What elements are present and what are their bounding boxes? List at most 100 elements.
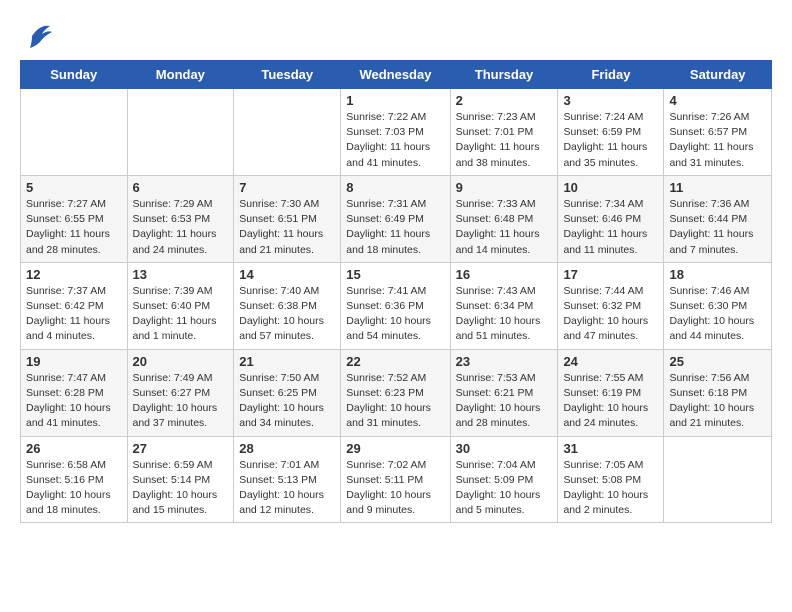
day-number: 15 bbox=[346, 267, 444, 282]
calendar-cell: 26Sunrise: 6:58 AM Sunset: 5:16 PM Dayli… bbox=[21, 436, 128, 523]
day-number: 12 bbox=[26, 267, 122, 282]
calendar-cell: 27 Sunrise: 6:59 AM Sunset: 5:14 PM Dayli… bbox=[127, 436, 234, 523]
header-thursday: Thursday bbox=[450, 61, 558, 89]
calendar-cell: 24 Sunrise: 7:55 AM Sunset: 6:19 PM Dayli… bbox=[558, 349, 664, 436]
day-number: 16 bbox=[456, 267, 553, 282]
day-number: 18 bbox=[669, 267, 766, 282]
day-number: 11 bbox=[669, 180, 766, 195]
day-info: Sunrise: 6:59 AM Sunset: 5:14 PM Dayligh… bbox=[133, 458, 229, 519]
day-number: 20 bbox=[133, 354, 229, 369]
day-number: 6 bbox=[133, 180, 229, 195]
calendar-cell: 22 Sunrise: 7:52 AM Sunset: 6:23 PM Dayli… bbox=[341, 349, 450, 436]
logo bbox=[20, 20, 52, 50]
header-monday: Monday bbox=[127, 61, 234, 89]
header-tuesday: Tuesday bbox=[234, 61, 341, 89]
calendar-cell: 21Sunrise: 7:50 AM Sunset: 6:25 PM Dayli… bbox=[234, 349, 341, 436]
day-info: Sunrise: 6:58 AM Sunset: 5:16 PM Dayligh… bbox=[26, 458, 122, 519]
calendar-cell: 23 Sunrise: 7:53 AM Sunset: 6:21 PM Dayli… bbox=[450, 349, 558, 436]
day-info: Sunrise: 7:04 AM Sunset: 5:09 PM Dayligh… bbox=[456, 458, 553, 519]
calendar-cell: 12 Sunrise: 7:37 AM Sunset: 6:42 PM Dayli… bbox=[21, 262, 128, 349]
day-number: 21 bbox=[239, 354, 335, 369]
calendar-cell: 10 Sunrise: 7:34 AM Sunset: 6:46 PM Dayli… bbox=[558, 175, 664, 262]
calendar-cell: 20 Sunrise: 7:49 AM Sunset: 6:27 PM Dayli… bbox=[127, 349, 234, 436]
day-info: Sunrise: 7:53 AM Sunset: 6:21 PM Dayligh… bbox=[456, 371, 553, 432]
header bbox=[20, 20, 772, 50]
day-number: 13 bbox=[133, 267, 229, 282]
calendar-cell: 30 Sunrise: 7:04 AM Sunset: 5:09 PM Dayli… bbox=[450, 436, 558, 523]
calendar-cell: 25 Sunrise: 7:56 AM Sunset: 6:18 PM Dayli… bbox=[664, 349, 772, 436]
day-info: Sunrise: 7:40 AM Sunset: 6:38 PM Dayligh… bbox=[239, 284, 335, 345]
calendar-cell: 15 Sunrise: 7:41 AM Sunset: 6:36 PM Dayli… bbox=[341, 262, 450, 349]
day-number: 19 bbox=[26, 354, 122, 369]
calendar-cell: 5 Sunrise: 7:27 AM Sunset: 6:55 PM Daylig… bbox=[21, 175, 128, 262]
day-info: Sunrise: 7:37 AM Sunset: 6:42 PM Dayligh… bbox=[26, 284, 122, 345]
day-info: Sunrise: 7:30 AM Sunset: 6:51 PM Dayligh… bbox=[239, 197, 335, 258]
day-number: 25 bbox=[669, 354, 766, 369]
day-info: Sunrise: 7:39 AM Sunset: 6:40 PM Dayligh… bbox=[133, 284, 229, 345]
day-number: 3 bbox=[563, 93, 658, 108]
day-number: 28 bbox=[239, 441, 335, 456]
day-number: 27 bbox=[133, 441, 229, 456]
day-number: 9 bbox=[456, 180, 553, 195]
day-number: 23 bbox=[456, 354, 553, 369]
calendar-cell: 1 Sunrise: 7:22 AM Sunset: 7:03 PM Daylig… bbox=[341, 89, 450, 176]
day-number: 5 bbox=[26, 180, 122, 195]
day-info: Sunrise: 7:22 AM Sunset: 7:03 PM Dayligh… bbox=[346, 110, 444, 171]
day-info: Sunrise: 7:43 AM Sunset: 6:34 PM Dayligh… bbox=[456, 284, 553, 345]
day-info: Sunrise: 7:44 AM Sunset: 6:32 PM Dayligh… bbox=[563, 284, 658, 345]
day-number: 24 bbox=[563, 354, 658, 369]
calendar-table: Sunday Monday Tuesday Wednesday Thursday… bbox=[20, 60, 772, 523]
calendar-cell bbox=[127, 89, 234, 176]
day-info: Sunrise: 7:34 AM Sunset: 6:46 PM Dayligh… bbox=[563, 197, 658, 258]
header-friday: Friday bbox=[558, 61, 664, 89]
day-info: Sunrise: 7:46 AM Sunset: 6:30 PM Dayligh… bbox=[669, 284, 766, 345]
calendar-cell: 13 Sunrise: 7:39 AM Sunset: 6:40 PM Dayli… bbox=[127, 262, 234, 349]
day-info: Sunrise: 7:31 AM Sunset: 6:49 PM Dayligh… bbox=[346, 197, 444, 258]
header-sunday: Sunday bbox=[21, 61, 128, 89]
day-info: Sunrise: 7:56 AM Sunset: 6:18 PM Dayligh… bbox=[669, 371, 766, 432]
day-number: 7 bbox=[239, 180, 335, 195]
calendar-cell: 16 Sunrise: 7:43 AM Sunset: 6:34 PM Dayli… bbox=[450, 262, 558, 349]
day-info: Sunrise: 7:49 AM Sunset: 6:27 PM Dayligh… bbox=[133, 371, 229, 432]
day-info: Sunrise: 7:27 AM Sunset: 6:55 PM Dayligh… bbox=[26, 197, 122, 258]
calendar-cell: 6 Sunrise: 7:29 AM Sunset: 6:53 PM Daylig… bbox=[127, 175, 234, 262]
day-info: Sunrise: 7:47 AM Sunset: 6:28 PM Dayligh… bbox=[26, 371, 122, 432]
day-info: Sunrise: 7:24 AM Sunset: 6:59 PM Dayligh… bbox=[563, 110, 658, 171]
day-info: Sunrise: 7:26 AM Sunset: 6:57 PM Dayligh… bbox=[669, 110, 766, 171]
calendar-cell: 2 Sunrise: 7:23 AM Sunset: 7:01 PM Daylig… bbox=[450, 89, 558, 176]
calendar-cell bbox=[664, 436, 772, 523]
calendar-cell: 28 Sunrise: 7:01 AM Sunset: 5:13 PM Dayli… bbox=[234, 436, 341, 523]
header-saturday: Saturday bbox=[664, 61, 772, 89]
day-info: Sunrise: 7:02 AM Sunset: 5:11 PM Dayligh… bbox=[346, 458, 444, 519]
calendar-cell: 11 Sunrise: 7:36 AM Sunset: 6:44 PM Dayli… bbox=[664, 175, 772, 262]
day-info: Sunrise: 7:05 AM Sunset: 5:08 PM Dayligh… bbox=[563, 458, 658, 519]
day-info: Sunrise: 7:29 AM Sunset: 6:53 PM Dayligh… bbox=[133, 197, 229, 258]
day-number: 1 bbox=[346, 93, 444, 108]
day-number: 10 bbox=[563, 180, 658, 195]
day-number: 30 bbox=[456, 441, 553, 456]
calendar-cell: 18 Sunrise: 7:46 AM Sunset: 6:30 PM Dayli… bbox=[664, 262, 772, 349]
day-info: Sunrise: 7:23 AM Sunset: 7:01 PM Dayligh… bbox=[456, 110, 553, 171]
day-number: 31 bbox=[563, 441, 658, 456]
page: Sunday Monday Tuesday Wednesday Thursday… bbox=[0, 0, 792, 543]
day-info: Sunrise: 7:36 AM Sunset: 6:44 PM Dayligh… bbox=[669, 197, 766, 258]
day-info: Sunrise: 7:41 AM Sunset: 6:36 PM Dayligh… bbox=[346, 284, 444, 345]
calendar-cell: 7 Sunrise: 7:30 AM Sunset: 6:51 PM Daylig… bbox=[234, 175, 341, 262]
header-wednesday: Wednesday bbox=[341, 61, 450, 89]
calendar-cell: 4Sunrise: 7:26 AM Sunset: 6:57 PM Daylig… bbox=[664, 89, 772, 176]
calendar-cell: 14 Sunrise: 7:40 AM Sunset: 6:38 PM Dayli… bbox=[234, 262, 341, 349]
day-number: 2 bbox=[456, 93, 553, 108]
day-info: Sunrise: 7:55 AM Sunset: 6:19 PM Dayligh… bbox=[563, 371, 658, 432]
logo-bird-icon bbox=[22, 22, 52, 50]
calendar-cell: 8Sunrise: 7:31 AM Sunset: 6:49 PM Daylig… bbox=[341, 175, 450, 262]
calendar-cell bbox=[234, 89, 341, 176]
day-number: 29 bbox=[346, 441, 444, 456]
calendar-cell: 29 Sunrise: 7:02 AM Sunset: 5:11 PM Dayli… bbox=[341, 436, 450, 523]
day-info: Sunrise: 7:52 AM Sunset: 6:23 PM Dayligh… bbox=[346, 371, 444, 432]
day-info: Sunrise: 7:33 AM Sunset: 6:48 PM Dayligh… bbox=[456, 197, 553, 258]
day-number: 22 bbox=[346, 354, 444, 369]
day-info: Sunrise: 7:01 AM Sunset: 5:13 PM Dayligh… bbox=[239, 458, 335, 519]
day-number: 14 bbox=[239, 267, 335, 282]
calendar-cell bbox=[21, 89, 128, 176]
calendar-cell: 3 Sunrise: 7:24 AM Sunset: 6:59 PM Daylig… bbox=[558, 89, 664, 176]
